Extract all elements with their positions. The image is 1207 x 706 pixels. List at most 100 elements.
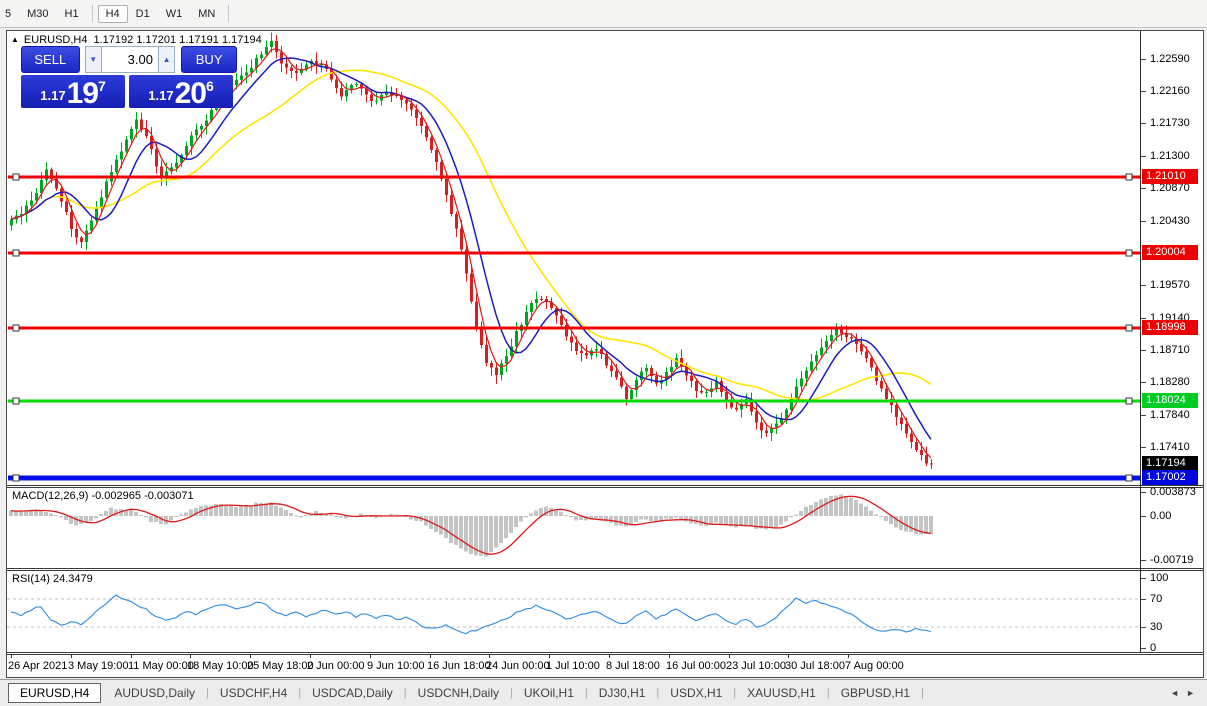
- macd-histogram-bar: [479, 516, 483, 556]
- macd-histogram-bar: [519, 516, 523, 522]
- line-drag-handle[interactable]: [13, 174, 19, 180]
- macd-pane-splitter[interactable]: [7, 485, 1203, 488]
- candle-bearish: [760, 422, 763, 430]
- macd-histogram-bar: [644, 516, 648, 520]
- candle-bullish: [265, 47, 268, 55]
- volume-increase-button[interactable]: ▲: [158, 46, 175, 73]
- symbol-tab-xauusd[interactable]: XAUUSD,H1: [737, 683, 826, 703]
- timeframe-button-w1[interactable]: W1: [158, 5, 191, 23]
- line-drag-handle[interactable]: [13, 398, 19, 404]
- macd-histogram-bar: [44, 512, 48, 516]
- one-click-toggle-icon[interactable]: ▲: [11, 35, 19, 44]
- macd-axis-label: 0.00: [1150, 509, 1171, 523]
- timeframe-button-h1[interactable]: H1: [57, 5, 87, 23]
- line-drag-handle[interactable]: [1126, 174, 1132, 180]
- line-drag-handle[interactable]: [1126, 398, 1132, 404]
- sell-price-display[interactable]: 1.17 19 7: [21, 75, 125, 108]
- buy-price-display[interactable]: 1.17 20 6: [129, 75, 233, 108]
- chart-symbol-label: EURUSD,H4: [24, 34, 88, 46]
- rsi-pane-splitter[interactable]: [7, 568, 1203, 571]
- macd-histogram-bar: [869, 510, 873, 516]
- tab-scroll-left-icon[interactable]: ◄: [1170, 688, 1179, 698]
- time-tick: [310, 655, 311, 658]
- candle-bearish: [435, 150, 438, 162]
- macd-histogram-bar: [84, 516, 88, 522]
- macd-histogram-bar: [739, 516, 743, 526]
- toolbar-divider: [92, 5, 93, 22]
- candle-bullish: [320, 65, 323, 66]
- ma-mid-line: [11, 58, 931, 439]
- buy-price-prefix: 1.17: [148, 88, 173, 103]
- timeframe-button-h4[interactable]: H4: [98, 5, 128, 23]
- macd-indicator-label: MACD(12,26,9) -0.002965 -0.003071: [12, 490, 194, 502]
- macd-histogram-bar: [639, 516, 643, 520]
- line-drag-handle[interactable]: [1126, 475, 1132, 481]
- time-axis[interactable]: 26 Apr 20213 May 19:0011 May 00:0018 May…: [7, 655, 1140, 677]
- time-tick: [729, 655, 730, 658]
- symbol-tab-usdx[interactable]: USDX,H1: [660, 683, 732, 703]
- timeframe-button-d1[interactable]: D1: [128, 5, 158, 23]
- tab-scroll-right-icon[interactable]: ►: [1186, 688, 1195, 698]
- symbol-tab-dj30[interactable]: DJ30,H1: [589, 683, 656, 703]
- candle-bearish: [915, 442, 918, 450]
- line-drag-handle[interactable]: [1126, 325, 1132, 331]
- macd-histogram-bar: [824, 498, 828, 516]
- one-click-trade-panel: SELL ▼ ▲ BUY 1.17 19 7 1.17 20 6: [21, 46, 237, 108]
- rsi-axis-label: 30: [1150, 620, 1162, 634]
- timeframe-button-mn[interactable]: MN: [190, 5, 223, 23]
- time-tick-label: 8 Jul 18:00: [606, 660, 660, 672]
- macd-histogram-bar: [574, 516, 578, 521]
- symbol-tab-ukoil[interactable]: UKOil,H1: [514, 683, 584, 703]
- candle-bullish: [805, 371, 808, 379]
- candle-bearish: [445, 179, 448, 195]
- macd-histogram-bar: [449, 516, 453, 543]
- price-tick-label: 1.18710: [1150, 343, 1190, 357]
- line-drag-handle[interactable]: [1126, 250, 1132, 256]
- volume-decrease-button[interactable]: ▼: [85, 46, 102, 73]
- right-price-axis[interactable]: 1.225901.221601.217301.213001.208701.204…: [1141, 31, 1202, 677]
- symbol-tab-usdcad[interactable]: USDCAD,Daily: [302, 683, 403, 703]
- candle-bullish: [830, 335, 833, 341]
- price-level-badge: 1.18998: [1142, 320, 1198, 335]
- price-tick-label: 1.22590: [1150, 52, 1190, 66]
- line-drag-handle[interactable]: [13, 475, 19, 481]
- volume-input[interactable]: [102, 46, 158, 73]
- macd-histogram-bar: [249, 505, 253, 516]
- symbol-tab-audusd[interactable]: AUDUSD,Daily: [104, 683, 205, 703]
- candle-bearish: [455, 214, 458, 229]
- candle-bearish: [290, 68, 293, 71]
- mt4-terminal: 5M30H1H4D1W1MN ▲EURUSD,H41.17192 1.17201…: [0, 0, 1207, 706]
- macd-histogram-bar: [484, 516, 488, 556]
- tab-separator: |: [510, 687, 513, 699]
- macd-histogram-bar: [714, 516, 718, 522]
- candle-bearish: [140, 120, 143, 129]
- macd-histogram-bar: [174, 516, 178, 517]
- macd-histogram-bar: [229, 506, 233, 516]
- tab-separator: |: [656, 687, 659, 699]
- candle-bullish: [10, 220, 13, 226]
- macd-histogram-bar: [244, 505, 248, 516]
- macd-histogram-bar: [49, 514, 53, 516]
- buy-button[interactable]: BUY: [181, 46, 237, 73]
- symbol-tab-gbpusd[interactable]: GBPUSD,H1: [831, 683, 920, 703]
- candle-bullish: [175, 163, 178, 168]
- macd-histogram-bar: [334, 516, 338, 517]
- candle-bearish: [930, 464, 933, 465]
- symbol-tab-eurusd[interactable]: EURUSD,H4: [8, 683, 101, 703]
- rsi-indicator-pane[interactable]: [7, 572, 1140, 652]
- timeframe-button-m30[interactable]: M30: [19, 5, 56, 23]
- sell-button[interactable]: SELL: [21, 46, 80, 73]
- candle-bullish: [135, 120, 138, 129]
- line-drag-handle[interactable]: [13, 250, 19, 256]
- macd-histogram-bar: [774, 516, 778, 527]
- symbol-tab-usdchf[interactable]: USDCHF,H4: [210, 683, 297, 703]
- candle-bullish: [125, 140, 128, 152]
- timeframe-button-5[interactable]: 5: [0, 5, 19, 23]
- buy-price-big-digits: 20: [175, 80, 206, 107]
- macd-histogram-bar: [494, 516, 498, 548]
- macd-histogram-bar: [859, 503, 863, 516]
- candle-bearish: [495, 367, 498, 375]
- line-drag-handle[interactable]: [13, 325, 19, 331]
- symbol-tab-usdcnh[interactable]: USDCNH,Daily: [408, 683, 509, 703]
- tab-scroll-nav: ◄►: [1163, 688, 1195, 698]
